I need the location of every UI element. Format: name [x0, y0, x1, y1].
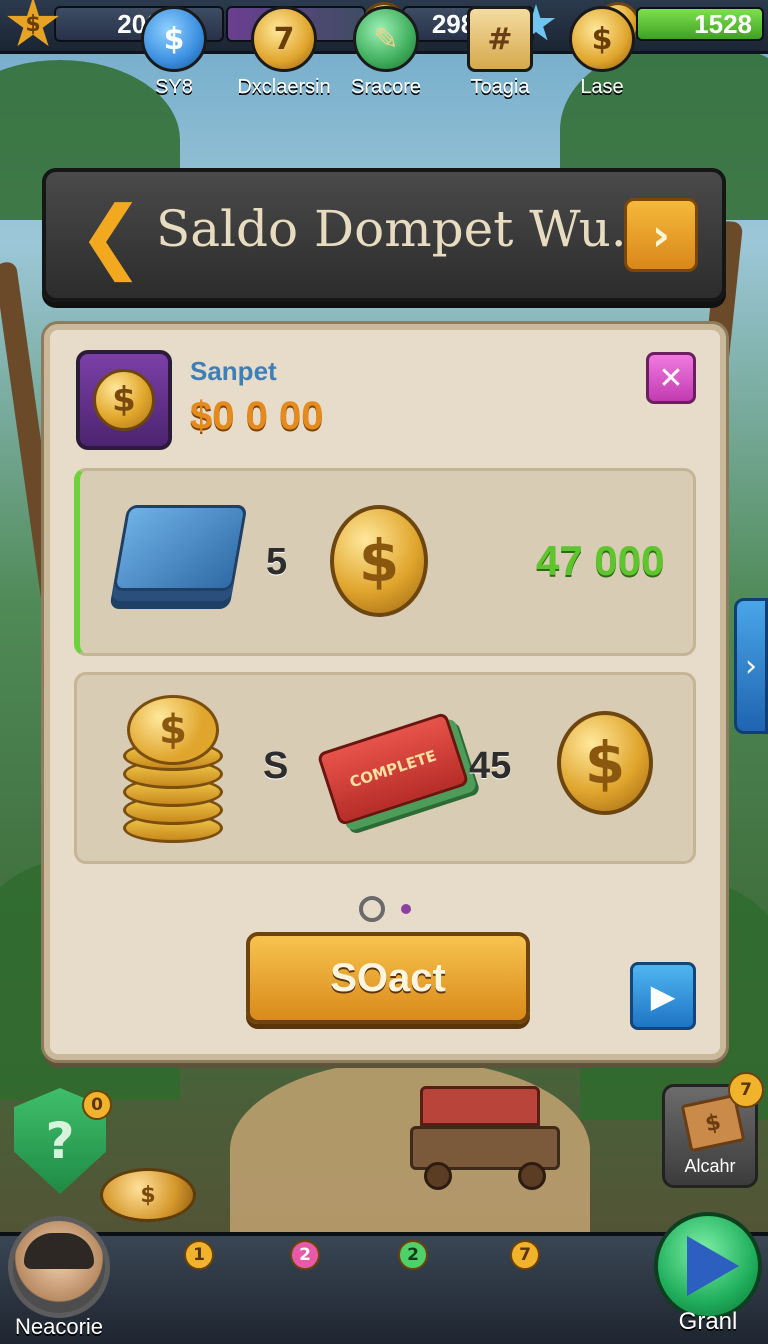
wallet-icon: $ — [76, 350, 172, 450]
merchant-cart — [410, 1086, 560, 1190]
offer-row[interactable]: 5 $ 47 000 — [74, 468, 696, 656]
offer-reward: 47 000 — [536, 537, 665, 584]
help-badge: 0 — [82, 1090, 112, 1120]
gold-coin-icon: $ — [330, 505, 428, 617]
nav-item-dxclaersin[interactable]: 7 Dxclaersin — [228, 6, 340, 110]
coin-icon: $ — [569, 6, 635, 72]
nav-item-sy8[interactable]: $ SY8 — [124, 6, 224, 110]
cash-stack-icon — [112, 505, 248, 591]
nav-item-lase[interactable]: $ Lase — [552, 6, 652, 110]
dollar-icon: $ — [141, 6, 207, 72]
ticket-icon: COMPLETE — [316, 711, 470, 827]
nav-badge: 2 — [290, 1240, 320, 1270]
go-button[interactable]: Granl — [650, 1212, 766, 1340]
nav-label: Sracore — [350, 76, 422, 98]
gold-coin-icon: $ — [557, 711, 653, 815]
profile-button[interactable]: Neacorie — [0, 1216, 118, 1344]
nav-item-sracore[interactable]: ✎ Sracore — [336, 6, 436, 110]
coin-seven-icon: 7 — [251, 6, 317, 72]
coin-pile-icon: $ — [93, 369, 155, 431]
star-coin-icon: $ — [7, 0, 59, 47]
energy-bar: 1528 — [636, 7, 764, 41]
page-dot[interactable] — [401, 904, 411, 914]
alchemy-badge: 7 — [728, 1072, 764, 1108]
page-title: Saldo Dompet Wu. — [156, 200, 627, 258]
alchemy-label: Alcahr — [684, 1156, 736, 1176]
offer-quantity: 5 — [266, 541, 288, 583]
go-label: Granl — [678, 1308, 738, 1335]
wallet-panel: $ Sanpet $0 0 00 ✕ 5 $ 47 000 $ S COMPLE… — [44, 324, 726, 1060]
title-banner: ❮ Saldo Dompet Wu. › — [42, 168, 726, 302]
nav-label: Dxclaersin — [237, 76, 331, 98]
side-next-arrow[interactable]: › — [734, 598, 768, 734]
avatar — [8, 1216, 110, 1318]
nav-label: Lase — [580, 76, 624, 98]
play-triangle-icon — [654, 1212, 762, 1320]
nav-badge: 1 — [184, 1240, 214, 1270]
scroll-icon: ✎ — [353, 6, 419, 72]
coin-stack-icon: $ — [123, 695, 223, 845]
play-icon-button[interactable]: ▶ — [630, 962, 696, 1030]
previous-arrow-button[interactable]: ❮ — [74, 189, 148, 282]
nav-item-toagia[interactable]: # Toagia — [450, 6, 550, 110]
page-indicator — [50, 896, 720, 922]
wallet-balance: $0 0 00 — [190, 394, 324, 438]
nav-label: Toagia — [470, 76, 530, 98]
wallet-label: Sanpet — [190, 356, 277, 386]
ground-coin-icon: $ — [100, 1168, 196, 1222]
nav-badge: 7 — [510, 1240, 540, 1270]
page-dot-active[interactable] — [359, 896, 385, 922]
offer-row[interactable]: $ S COMPLETE 45 $ — [74, 672, 696, 864]
next-arrow-button[interactable]: › — [624, 198, 698, 272]
profile-label: Neacorie — [14, 1314, 104, 1339]
close-button[interactable]: ✕ — [646, 352, 696, 404]
ticket-icon: # — [467, 6, 533, 72]
offer-quantity: S — [263, 745, 289, 787]
select-button[interactable]: SOact — [246, 932, 530, 1024]
nav-label: SY8 — [155, 76, 193, 98]
nav-badge: 2 — [398, 1240, 428, 1270]
offer-reward: 45 — [469, 745, 512, 787]
